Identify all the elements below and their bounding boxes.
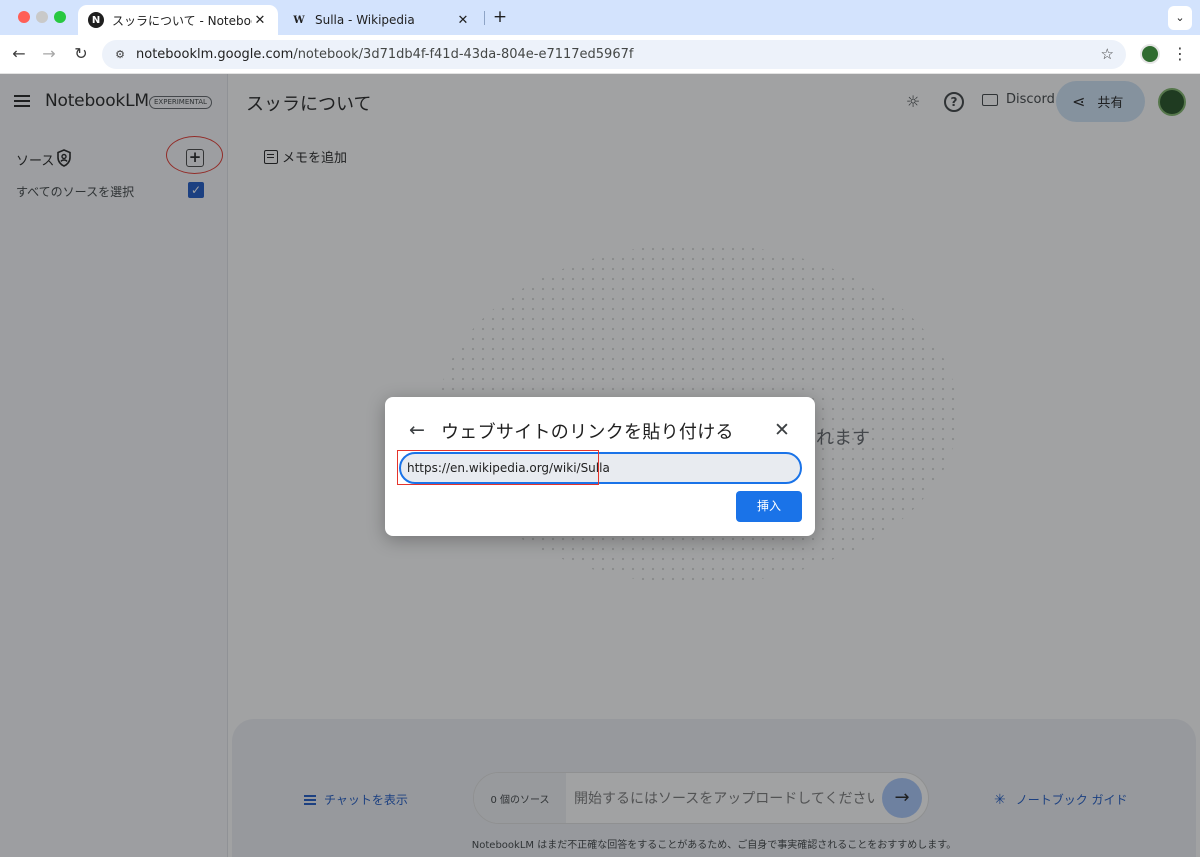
tab-wikipedia[interactable]: W Sulla - Wikipedia ✕ bbox=[281, 5, 481, 35]
browser-tabstrip: N スッラについて - NotebookLM ✕ W Sulla - Wikip… bbox=[0, 0, 1200, 35]
reload-icon[interactable]: ↻ bbox=[70, 43, 92, 65]
tab-close-icon[interactable]: ✕ bbox=[252, 13, 268, 28]
tab-notebooklm[interactable]: N スッラについて - NotebookLM ✕ bbox=[78, 5, 278, 35]
back-arrow-icon[interactable]: ← bbox=[8, 43, 30, 65]
dialog-title: ウェブサイトのリンクを貼り付ける bbox=[441, 422, 734, 443]
site-info-icon[interactable]: ⚙ bbox=[112, 47, 128, 63]
tab-title: Sulla - Wikipedia bbox=[315, 13, 415, 27]
back-arrow-icon[interactable]: ← bbox=[409, 419, 429, 441]
close-icon[interactable]: ✕ bbox=[771, 419, 793, 441]
extension-icon[interactable] bbox=[1140, 44, 1160, 64]
window-maximize-button[interactable] bbox=[54, 11, 66, 23]
notebooklm-favicon-icon: N bbox=[88, 12, 104, 28]
tab-title: スッラについて - NotebookLM bbox=[112, 13, 252, 28]
url-highlight-annotation bbox=[397, 450, 599, 485]
url-text: notebooklm.google.com/notebook/3d71db4f-… bbox=[136, 47, 634, 62]
tab-close-icon[interactable]: ✕ bbox=[455, 13, 471, 28]
bookmark-star-icon[interactable]: ☆ bbox=[1101, 45, 1114, 63]
forward-arrow-icon[interactable]: → bbox=[38, 43, 60, 65]
window-close-button[interactable] bbox=[18, 11, 30, 23]
address-bar[interactable]: ⚙ notebooklm.google.com/notebook/3d71db4… bbox=[102, 40, 1126, 69]
new-tab-button[interactable]: + bbox=[489, 6, 511, 28]
tab-search-button[interactable]: ⌄ bbox=[1168, 6, 1192, 30]
tab-divider bbox=[484, 11, 485, 25]
browser-menu-icon[interactable]: ⋮ bbox=[1172, 43, 1188, 65]
wikipedia-favicon-icon: W bbox=[293, 14, 305, 26]
insert-button[interactable]: 挿入 bbox=[736, 491, 802, 522]
browser-toolbar: ← → ↻ ⚙ notebooklm.google.com/notebook/3… bbox=[0, 35, 1200, 74]
window-minimize-button[interactable] bbox=[36, 11, 48, 23]
paste-link-dialog: ← ウェブサイトのリンクを貼り付ける ✕ 挿入 bbox=[385, 397, 815, 536]
